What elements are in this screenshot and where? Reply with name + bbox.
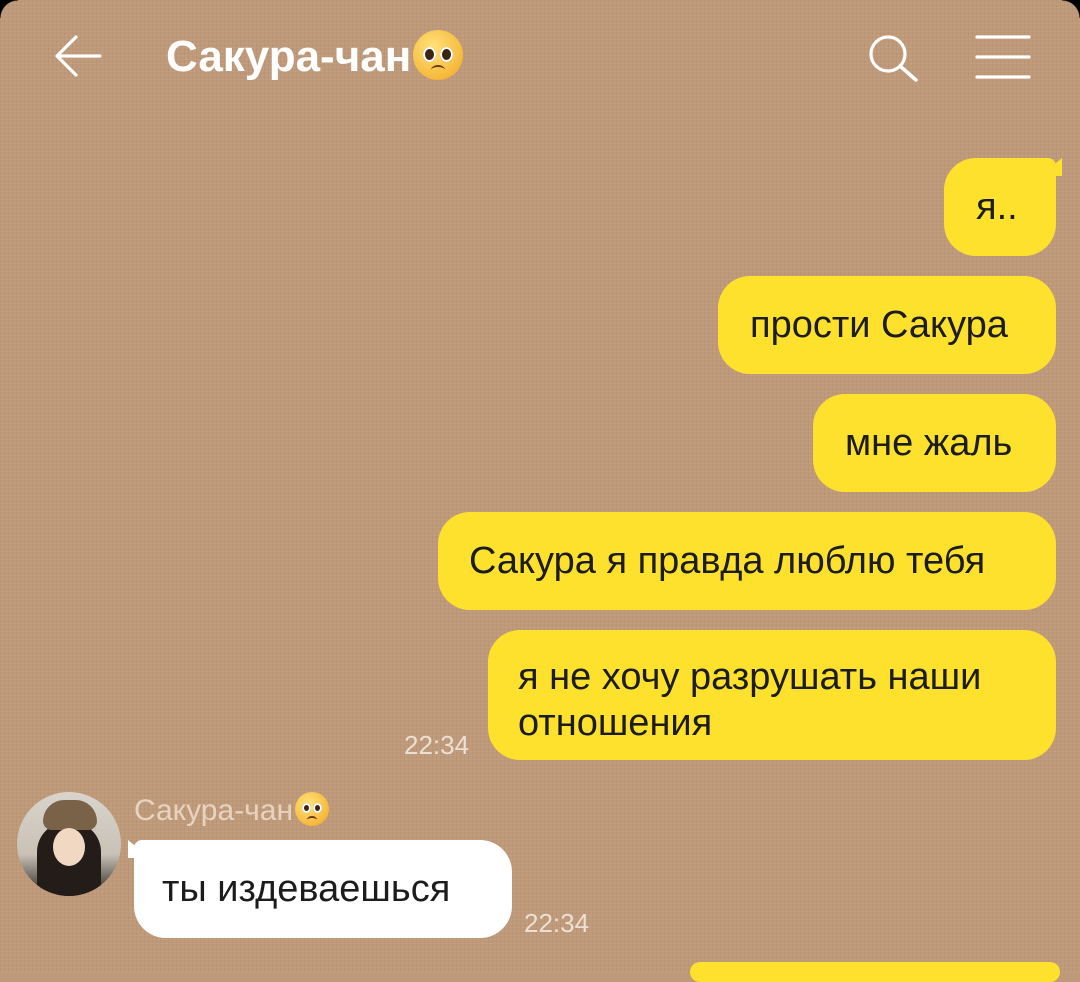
back-button[interactable] — [52, 32, 104, 80]
outgoing-message-partial[interactable] — [690, 962, 1060, 982]
search-button[interactable] — [866, 32, 922, 84]
message-text: ты издеваешься — [162, 868, 451, 910]
pleading-face-emoji — [413, 30, 464, 81]
outgoing-message[interactable]: мне жаль — [813, 394, 1056, 492]
bubble-tail — [1040, 158, 1062, 176]
sender-name-text: Сакура-чан — [134, 794, 294, 827]
message-text: я.. — [976, 186, 1018, 228]
incoming-message[interactable]: ты издеваешься — [128, 840, 512, 938]
message-text: Сакура я правда люблю тебя — [469, 540, 986, 582]
chat-title-text: Сакура-чан — [166, 32, 412, 81]
screen-corner — [0, 0, 18, 18]
menu-button[interactable] — [974, 34, 1032, 80]
pleading-face-emoji — [295, 792, 330, 827]
search-icon — [869, 35, 918, 82]
arrow-left-icon — [55, 35, 102, 77]
bubble-tail — [128, 840, 150, 858]
message-text: я не хочу разрушать наши отношения — [518, 656, 982, 744]
message-timestamp: 22:34 — [524, 908, 590, 938]
outgoing-message[interactable]: Сакура я правда люблю тебя — [438, 512, 1056, 610]
outgoing-message[interactable]: я.. — [944, 158, 1062, 256]
screen-corner — [1062, 0, 1080, 18]
message-text: мне жаль — [845, 422, 1013, 464]
sender-name: Сакура-чан — [134, 792, 330, 829]
message-text: прости Сакура — [750, 304, 1008, 346]
hamburger-menu-icon — [975, 35, 1031, 79]
outgoing-message[interactable]: прости Сакура — [718, 276, 1056, 374]
message-timestamp: 22:34 — [404, 730, 470, 760]
chat-background: Сакура-чан я.. прости Сакура мне жаль Са… — [0, 0, 1080, 982]
chat-title[interactable]: Сакура-чан — [166, 30, 464, 84]
outgoing-message[interactable]: я не хочу разрушать наши отношения — [488, 630, 1056, 760]
avatar[interactable] — [17, 792, 121, 896]
